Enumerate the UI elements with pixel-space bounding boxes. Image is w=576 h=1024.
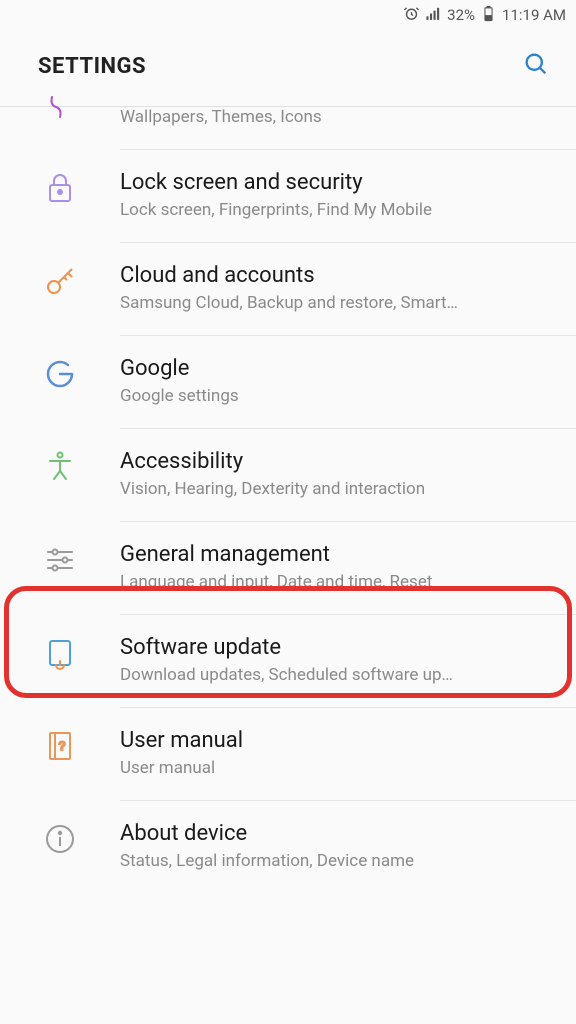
item-title: Cloud and accounts (120, 263, 546, 288)
item-title: About device (120, 821, 546, 846)
info-icon (42, 821, 78, 861)
list-item-lock-security[interactable]: Lock screen and security Lock screen, Fi… (0, 150, 576, 243)
list-item-accessibility[interactable]: Accessibility Vision, Hearing, Dexterity… (0, 429, 576, 522)
clock-time: 11:19 AM (502, 6, 566, 24)
list-item-software-update[interactable]: Software update Download updates, Schedu… (0, 615, 576, 708)
list-item-general-management[interactable]: General management Language and input, D… (0, 522, 576, 615)
item-title: Lock screen and security (120, 170, 546, 195)
item-subtitle: Vision, Hearing, Dexterity and interacti… (120, 479, 546, 499)
item-subtitle: Wallpapers, Themes, Icons (120, 107, 546, 127)
list-item-cloud-accounts[interactable]: Cloud and accounts Samsung Cloud, Backup… (0, 243, 576, 336)
header: SETTINGS (0, 30, 576, 106)
item-title: Accessibility (120, 449, 546, 474)
status-bar: 32% 11:19 AM (0, 0, 576, 30)
alarm-icon (403, 5, 420, 26)
page-title: SETTINGS (38, 54, 146, 79)
item-subtitle: Samsung Cloud, Backup and restore, Smart… (120, 293, 546, 313)
svg-text:?: ? (59, 739, 66, 753)
list-item-wallpapers[interactable]: Wallpapers, Themes, Icons (0, 107, 576, 150)
manual-icon: ? (42, 728, 78, 768)
battery-percent: 32% (447, 6, 475, 24)
google-icon (42, 356, 78, 396)
item-title: Google (120, 356, 546, 381)
battery-icon (480, 5, 497, 26)
item-subtitle: Language and input, Date and time, Reset (120, 572, 546, 592)
accessibility-icon (42, 449, 78, 489)
item-title: User manual (120, 728, 546, 753)
update-icon (42, 635, 78, 675)
settings-list: Wallpapers, Themes, Icons Lock screen an… (0, 106, 576, 893)
key-icon (42, 263, 78, 303)
lock-icon (42, 170, 78, 210)
item-subtitle: Status, Legal information, Device name (120, 851, 546, 871)
item-subtitle: Lock screen, Fingerprints, Find My Mobil… (120, 200, 546, 220)
search-icon[interactable] (522, 50, 550, 82)
signal-icon (425, 5, 442, 26)
wallpapers-icon (42, 107, 78, 133)
list-item-user-manual[interactable]: ? User manual User manual (0, 708, 576, 801)
list-item-about-device[interactable]: About device Status, Legal information, … (0, 801, 576, 893)
item-subtitle: User manual (120, 758, 546, 778)
item-title: Software update (120, 635, 546, 660)
item-subtitle: Google settings (120, 386, 546, 406)
list-item-google[interactable]: Google Google settings (0, 336, 576, 429)
item-title: General management (120, 542, 546, 567)
item-subtitle: Download updates, Scheduled software up… (120, 665, 546, 685)
sliders-icon (42, 542, 78, 582)
